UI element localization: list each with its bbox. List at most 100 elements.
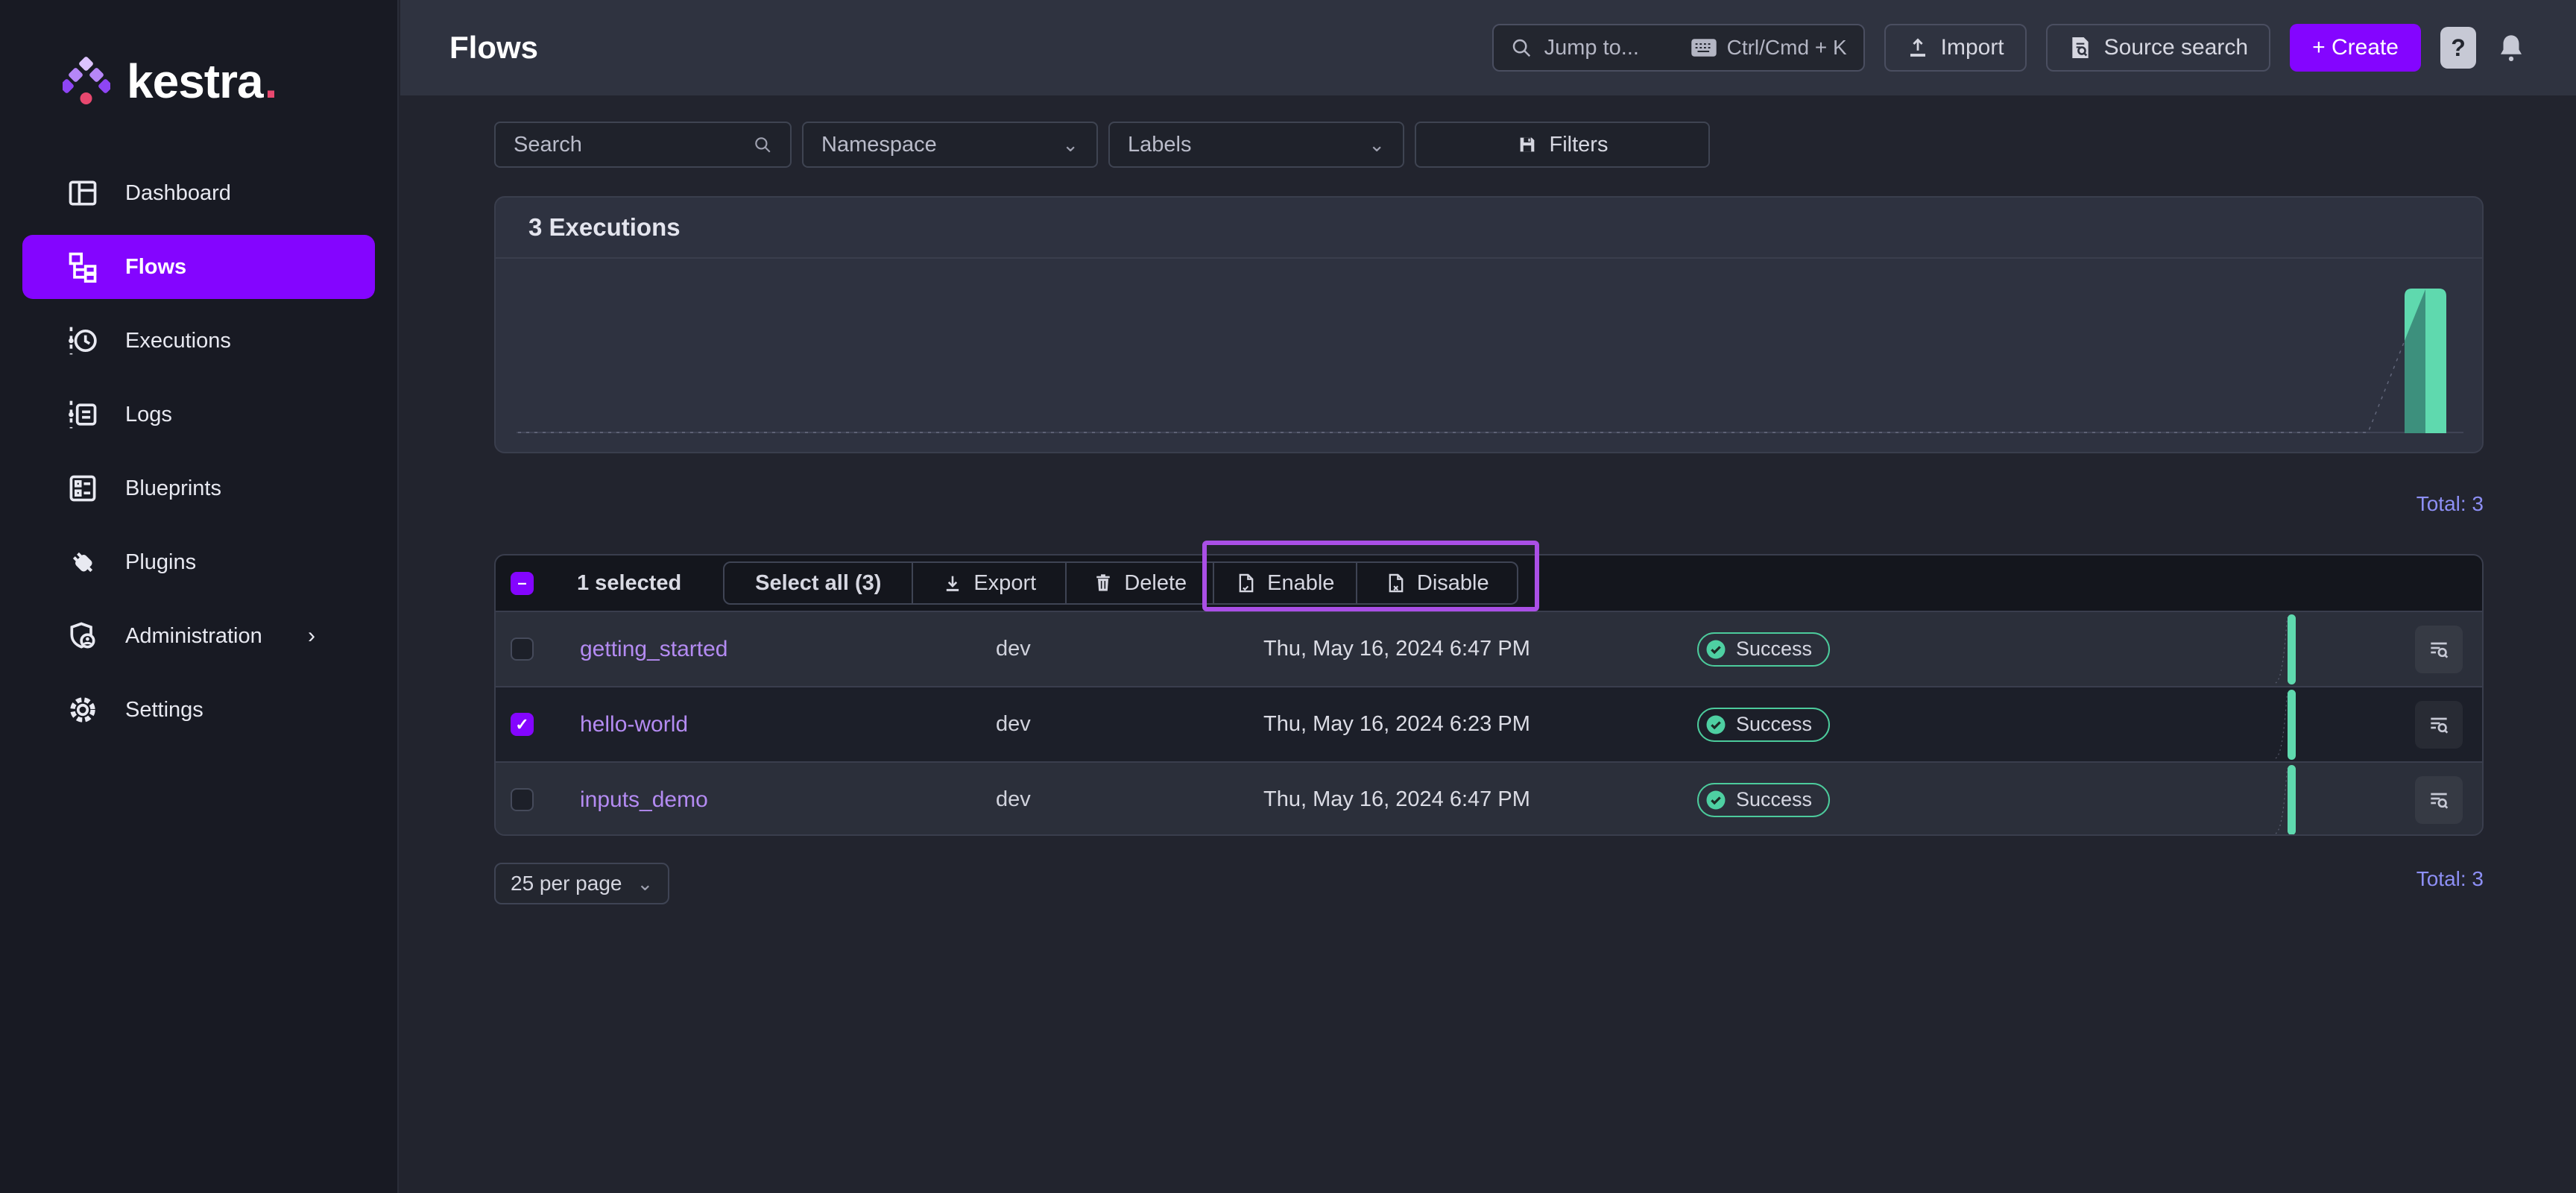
namespace-select[interactable]: Namespace ⌄ xyxy=(802,122,1098,168)
row-checkbox[interactable] xyxy=(511,788,534,811)
help-icon-glyph: ? xyxy=(2451,34,2466,62)
labels-select-value: Labels xyxy=(1128,133,1191,157)
status-badge: Success xyxy=(1697,783,1830,817)
sidebar-item-settings[interactable]: Settings xyxy=(22,678,375,742)
status-badge: Success xyxy=(1697,632,1830,667)
row-logs-button[interactable] xyxy=(2415,776,2463,824)
row-mini-chart[interactable] xyxy=(2274,687,2364,762)
sidebar-item-plugins[interactable]: Plugins xyxy=(22,530,375,594)
row-logs-button[interactable] xyxy=(2415,701,2463,749)
enable-button[interactable]: Enable xyxy=(1213,561,1357,605)
upload-icon xyxy=(1907,37,1929,59)
notifications-bell-icon[interactable] xyxy=(2496,31,2527,64)
check-circle-icon xyxy=(1705,638,1727,661)
download-icon xyxy=(942,573,963,594)
executions-card-header: 3 Executions xyxy=(496,198,2482,259)
executions-icon xyxy=(66,324,100,358)
labels-select[interactable]: Labels ⌄ xyxy=(1108,122,1404,168)
selected-count-label: 1 selected xyxy=(577,571,681,596)
import-button[interactable]: Import xyxy=(1884,24,2027,72)
trash-icon xyxy=(1093,573,1114,594)
last-execution-cell: Thu, May 16, 2024 6:47 PM xyxy=(1263,637,1697,661)
flows-total: Total: 3 xyxy=(494,867,2484,891)
source-search-button[interactable]: Source search xyxy=(2046,24,2270,72)
search-icon xyxy=(753,135,772,154)
kestra-logo-icon xyxy=(63,57,110,106)
jump-to-input[interactable]: Jump to... Ctrl/Cmd + K xyxy=(1492,24,1865,72)
save-filter-icon xyxy=(1517,134,1538,155)
status-badge-label: Success xyxy=(1736,788,1812,811)
jump-to-placeholder: Jump to... xyxy=(1544,36,1691,60)
page-title: Flows xyxy=(449,30,538,66)
executions-bar-chart[interactable] xyxy=(496,259,2482,452)
sidebar-item-label: Dashboard xyxy=(125,181,231,206)
check-circle-icon xyxy=(1705,789,1727,811)
create-button[interactable]: + Create xyxy=(2290,24,2421,72)
log-search-icon xyxy=(2427,788,2451,812)
row-mini-chart[interactable] xyxy=(2274,762,2364,836)
select-all-checkbox[interactable]: – xyxy=(511,572,534,595)
namespace-cell: dev xyxy=(996,637,1263,661)
logs-icon xyxy=(66,397,100,432)
sidebar-item-flows[interactable]: Flows xyxy=(22,235,375,299)
help-icon[interactable]: ? xyxy=(2440,27,2476,69)
delete-button[interactable]: Delete xyxy=(1065,561,1214,605)
sidebar-item-logs[interactable]: Logs xyxy=(22,383,375,447)
namespace-select-value: Namespace xyxy=(821,133,937,157)
keyboard-icon xyxy=(1691,38,1717,57)
table-row-inputs-demo: inputs_demo dev Thu, May 16, 2024 6:47 P… xyxy=(496,761,2482,836)
sidebar-item-dashboard[interactable]: Dashboard xyxy=(22,161,375,225)
file-x-icon xyxy=(1386,573,1407,594)
check-circle-icon xyxy=(1705,714,1727,736)
sidebar-nav: Dashboard Flows Executions Logs xyxy=(0,161,397,742)
sidebar-item-executions[interactable]: Executions xyxy=(22,309,375,373)
sidebar-item-label: Settings xyxy=(125,698,203,723)
row-checkbox[interactable] xyxy=(511,638,534,661)
flow-link[interactable]: hello-world xyxy=(580,712,688,737)
plugins-icon xyxy=(66,545,100,579)
filters-button[interactable]: Filters xyxy=(1415,122,1710,168)
export-button[interactable]: Export xyxy=(912,561,1067,605)
blueprints-icon xyxy=(66,471,100,506)
row-mini-chart[interactable] xyxy=(2274,611,2364,687)
flows-icon xyxy=(66,250,100,284)
delete-button-label: Delete xyxy=(1124,571,1187,596)
chevron-down-icon: ⌄ xyxy=(1368,133,1385,157)
select-all-button[interactable]: Select all (3) xyxy=(723,561,913,605)
sidebar: kestra. Dashboard Flows Executions xyxy=(0,0,399,1193)
table-row-hello-world: ✓ hello-world dev Thu, May 16, 2024 6:23… xyxy=(496,686,2482,761)
flow-link[interactable]: inputs_demo xyxy=(580,787,708,812)
sidebar-item-label: Plugins xyxy=(125,550,196,575)
dashboard-icon xyxy=(66,176,100,210)
row-logs-button[interactable] xyxy=(2415,626,2463,673)
flow-link[interactable]: getting_started xyxy=(580,637,727,661)
sidebar-item-label: Administration xyxy=(125,624,262,649)
create-button-label: + Create xyxy=(2312,35,2399,60)
administration-icon xyxy=(66,619,100,653)
filter-row: Search Namespace ⌄ Labels ⌄ Filters xyxy=(494,122,2484,168)
log-search-icon xyxy=(2427,713,2451,737)
kestra-logo[interactable]: kestra. xyxy=(0,0,397,109)
search-icon xyxy=(1510,37,1532,59)
row-checkbox[interactable]: ✓ xyxy=(511,713,534,736)
enable-button-label: Enable xyxy=(1267,571,1334,596)
search-input[interactable]: Search xyxy=(494,122,792,168)
sidebar-item-blueprints[interactable]: Blueprints xyxy=(22,456,375,520)
sidebar-item-administration[interactable]: Administration › xyxy=(22,604,375,668)
import-button-label: Import xyxy=(1941,35,2004,60)
flows-table: – 1 selected Select all (3) Export Delet… xyxy=(494,554,2484,836)
filters-button-label: Filters xyxy=(1550,133,1609,157)
bulk-action-bar: – 1 selected Select all (3) Export Delet… xyxy=(496,555,2482,611)
topbar: Flows Jump to... Ctrl/Cmd + K Import xyxy=(400,0,2576,95)
sidebar-item-label: Logs xyxy=(125,403,172,427)
chevron-right-icon: › xyxy=(308,623,315,649)
executions-chart-card: 3 Executions xyxy=(494,196,2484,453)
search-input-placeholder: Search xyxy=(514,133,582,157)
settings-icon xyxy=(66,693,100,727)
table-row-getting-started: getting_started dev Thu, May 16, 2024 6:… xyxy=(496,611,2482,686)
jump-to-shortcut: Ctrl/Cmd + K xyxy=(1727,36,1847,60)
disable-button[interactable]: Disable xyxy=(1356,561,1518,605)
brand-dot: . xyxy=(265,54,278,109)
last-execution-cell: Thu, May 16, 2024 6:23 PM xyxy=(1263,712,1697,737)
export-button-label: Export xyxy=(973,571,1036,596)
